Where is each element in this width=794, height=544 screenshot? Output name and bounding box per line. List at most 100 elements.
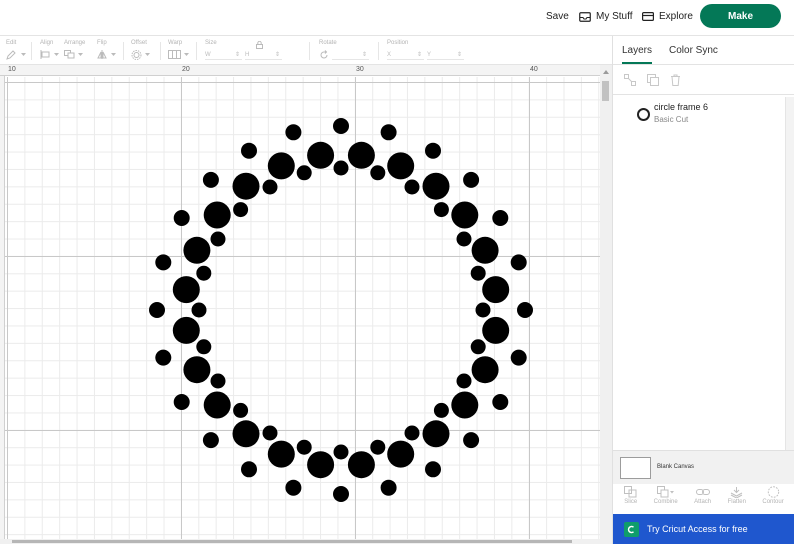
- layer-actions: [613, 65, 794, 95]
- slice-button[interactable]: Slice: [624, 484, 637, 514]
- flip-tool[interactable]: Flip: [97, 40, 116, 59]
- frame-dot: [482, 276, 510, 304]
- layer-name: circle frame 6: [654, 102, 709, 112]
- layer-tools: Slice Combine Attach Flatten Contour: [613, 484, 794, 514]
- size-label: Size: [205, 40, 217, 46]
- frame-dot: [475, 302, 491, 318]
- frame-dot: [172, 316, 200, 344]
- arrange-icon: [64, 50, 75, 59]
- frame-dot: [262, 179, 278, 195]
- frame-dot: [233, 402, 249, 418]
- flip-icon: [97, 50, 107, 59]
- scrollbar-thumb[interactable]: [602, 81, 609, 101]
- position-y-field[interactable]: Y ⇕: [427, 50, 465, 60]
- design-canvas[interactable]: 10 20 30 40: [0, 65, 612, 544]
- duplicate-icon[interactable]: [647, 73, 659, 86]
- my-stuff-button[interactable]: My Stuff: [579, 11, 633, 22]
- chevron-down-icon: [111, 52, 116, 56]
- position-label: Position: [387, 40, 409, 46]
- frame-dot: [380, 124, 397, 141]
- frame-dot: [241, 142, 257, 159]
- circle-frame-design[interactable]: [0, 65, 600, 539]
- chevron-down-icon: [21, 53, 26, 56]
- frame-dot: [463, 432, 480, 449]
- frame-dot: [347, 141, 375, 169]
- frame-dot: [433, 202, 449, 218]
- flatten-button[interactable]: Flatten: [728, 484, 746, 514]
- position-x-field[interactable]: X ⇕: [387, 50, 425, 60]
- edit-label: Edit: [6, 40, 17, 46]
- frame-dot: [210, 231, 226, 247]
- attach-button[interactable]: Attach: [694, 484, 711, 514]
- frame-dot: [510, 349, 527, 366]
- layers-panel: Layers Color Sync circle frame 6 Basic C…: [612, 36, 794, 544]
- position-y-label: Y: [427, 51, 432, 58]
- frame-dot: [463, 171, 480, 188]
- attach-label: Attach: [694, 499, 712, 505]
- height-field[interactable]: H ⇕: [245, 50, 283, 60]
- frame-dot: [387, 440, 415, 468]
- width-field[interactable]: W ⇕: [205, 50, 243, 60]
- cricut-access-banner[interactable]: Try Cricut Access for free: [613, 514, 794, 544]
- warp-tool[interactable]: Warp: [168, 40, 189, 59]
- slice-label: Slice: [624, 499, 638, 505]
- frame-dot: [172, 276, 200, 304]
- frame-dot: [387, 152, 415, 180]
- trash-icon[interactable]: [670, 74, 681, 86]
- width-field-label: W: [205, 51, 211, 58]
- rotate-field[interactable]: ⇕: [332, 50, 370, 60]
- layer-item[interactable]: circle frame 6 Basic Cut: [613, 97, 785, 131]
- frame-dot: [492, 394, 509, 410]
- frame-dot: [183, 356, 211, 384]
- vertical-scrollbar[interactable]: [600, 65, 612, 544]
- tab-color-sync[interactable]: Color Sync: [669, 45, 718, 56]
- frame-dot: [149, 302, 165, 318]
- chevron-down-icon: [78, 52, 83, 56]
- frame-dot: [202, 432, 219, 449]
- align-tool[interactable]: Align: [40, 40, 59, 59]
- save-button[interactable]: Save: [546, 11, 569, 22]
- position-tool: Position X ⇕ Y ⇕: [387, 40, 465, 60]
- frame-dot: [267, 440, 295, 468]
- frame-dot: [471, 356, 499, 384]
- blank-canvas-swatch[interactable]: [620, 457, 651, 479]
- cricut-access-text: Try Cricut Access for free: [647, 524, 748, 534]
- ungroup-icon[interactable]: [624, 73, 636, 86]
- frame-dot: [262, 425, 278, 441]
- frame-dot: [233, 202, 249, 218]
- edit-tool[interactable]: Edit: [6, 40, 26, 60]
- layer-type: Basic Cut: [654, 115, 689, 124]
- chevron-down-icon: [145, 53, 150, 56]
- contour-button[interactable]: Contour: [762, 484, 784, 514]
- explore-button[interactable]: Explore: [642, 11, 693, 22]
- frame-dot: [510, 254, 527, 271]
- blank-canvas-row[interactable]: Blank Canvas: [613, 450, 794, 484]
- frame-dot: [203, 391, 231, 419]
- scrollbar-thumb[interactable]: [12, 540, 572, 543]
- arrange-tool[interactable]: Arrange: [64, 40, 85, 59]
- frame-dot: [425, 142, 441, 159]
- frame-dot: [203, 201, 231, 229]
- frame-dot: [210, 373, 226, 389]
- top-header: Save My Stuff Explore Make: [0, 0, 794, 36]
- make-button[interactable]: Make: [700, 4, 781, 28]
- height-field-label: H: [245, 51, 250, 58]
- tab-layers[interactable]: Layers: [622, 45, 653, 64]
- frame-dot: [422, 172, 450, 200]
- rotate-label: Rotate: [319, 40, 337, 46]
- lock-icon[interactable]: [256, 41, 263, 49]
- horizontal-scrollbar[interactable]: [0, 539, 600, 544]
- warp-label: Warp: [168, 40, 183, 46]
- frame-dot: [296, 165, 312, 181]
- offset-tool[interactable]: Offset: [131, 40, 150, 60]
- panel-scrollbar[interactable]: [785, 97, 794, 450]
- scroll-up-arrow-icon[interactable]: [603, 70, 609, 74]
- combine-button[interactable]: Combine: [654, 484, 678, 514]
- frame-dot: [241, 461, 257, 478]
- frame-dot: [333, 444, 349, 460]
- frame-dot: [451, 201, 479, 229]
- align-label: Align: [40, 40, 54, 46]
- frame-dot: [296, 439, 312, 455]
- frame-dot: [191, 302, 207, 318]
- contour-icon: [767, 486, 779, 498]
